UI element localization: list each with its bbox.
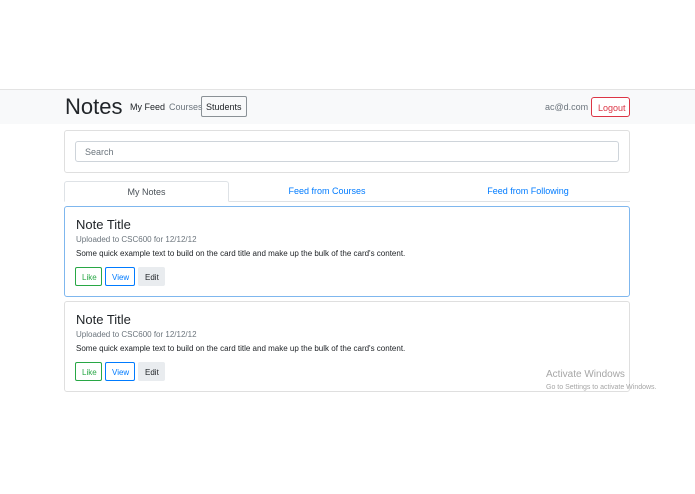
note-title: Note Title (76, 312, 131, 327)
windows-activation-subtitle: Go to Settings to activate Windows. (546, 384, 657, 391)
view-button[interactable]: View (105, 267, 135, 286)
nav-courses[interactable]: Courses (169, 102, 203, 113)
note-text: Some quick example text to build on the … (76, 249, 406, 258)
tab-feed-from-courses[interactable]: Feed from Courses (243, 181, 411, 202)
like-button[interactable]: Like (75, 267, 102, 286)
note-title: Note Title (76, 217, 131, 232)
windows-activation-title: Activate Windows (546, 369, 625, 380)
tab-my-notes[interactable]: My Notes (64, 181, 229, 202)
logout-button[interactable]: Logout (591, 97, 630, 117)
note-text: Some quick example text to build on the … (76, 344, 406, 353)
edit-button[interactable]: Edit (138, 267, 165, 286)
nav-my-feed[interactable]: My Feed (130, 102, 165, 113)
search-input[interactable] (75, 141, 619, 162)
nav-students[interactable]: Students (201, 96, 247, 117)
like-button[interactable]: Like (75, 362, 102, 381)
note-card[interactable]: Note Title Uploaded to CSC600 for 12/12/… (64, 206, 630, 297)
brand-logo[interactable]: Notes (65, 93, 122, 121)
edit-button[interactable]: Edit (138, 362, 165, 381)
user-email: ac@d.com (545, 102, 589, 112)
tab-feed-from-following[interactable]: Feed from Following (440, 181, 616, 202)
note-subtitle: Uploaded to CSC600 for 12/12/12 (76, 235, 197, 244)
note-subtitle: Uploaded to CSC600 for 12/12/12 (76, 330, 197, 339)
view-button[interactable]: View (105, 362, 135, 381)
